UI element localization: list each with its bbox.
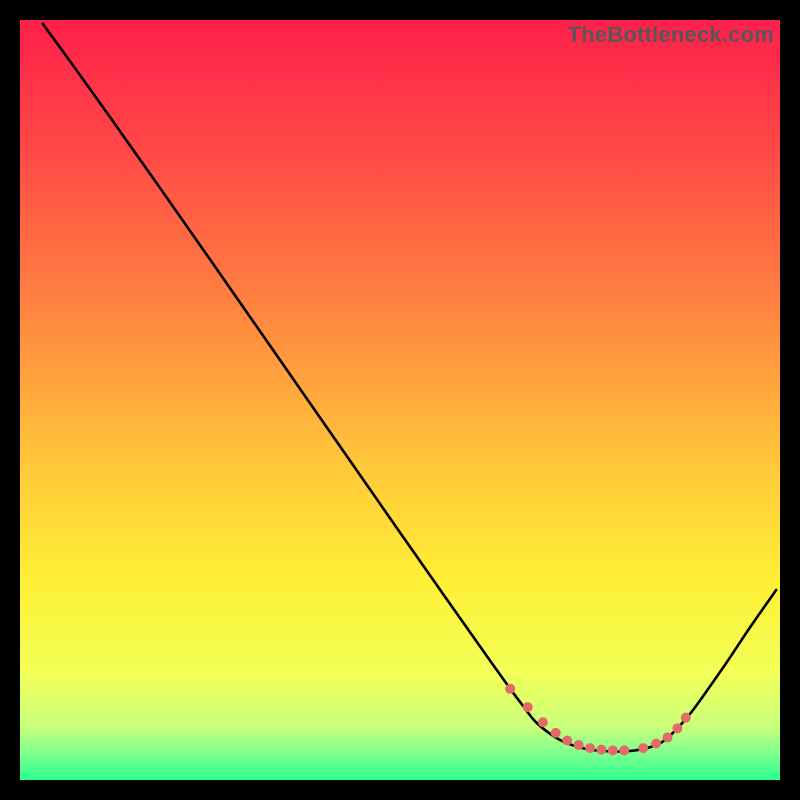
chart-frame: TheBottleneck.com xyxy=(20,20,780,780)
marker-point xyxy=(672,723,682,733)
marker-point xyxy=(538,717,548,727)
gradient-fill xyxy=(20,20,780,780)
marker-point xyxy=(505,684,515,694)
chart-svg xyxy=(20,20,780,780)
marker-point xyxy=(585,743,595,753)
marker-point xyxy=(562,735,572,745)
marker-point xyxy=(681,713,691,723)
marker-point xyxy=(663,732,673,742)
marker-point xyxy=(651,739,661,749)
marker-point xyxy=(638,743,648,753)
watermark-text: TheBottleneck.com xyxy=(568,22,774,48)
marker-point xyxy=(551,728,561,738)
marker-point xyxy=(596,745,606,755)
marker-point xyxy=(619,745,629,755)
marker-point xyxy=(608,745,618,755)
marker-point xyxy=(574,740,584,750)
marker-point xyxy=(523,702,533,712)
